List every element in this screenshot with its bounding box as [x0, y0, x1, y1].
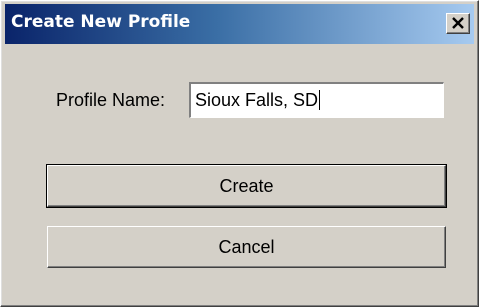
title-bar[interactable]: Create New Profile: [5, 4, 474, 44]
cancel-button[interactable]: Cancel: [47, 226, 446, 268]
text-caret: [319, 90, 321, 110]
create-button[interactable]: Create: [46, 164, 447, 208]
profile-name-label: Profile Name:: [56, 90, 166, 110]
profile-name-input[interactable]: Sioux Falls, SD: [189, 82, 444, 118]
close-button[interactable]: [446, 13, 470, 34]
create-profile-dialog: Create New Profile Profile Name: Sioux F…: [0, 0, 479, 307]
profile-name-value: Sioux Falls, SD: [195, 90, 319, 110]
window-title: Create New Profile: [11, 12, 191, 32]
close-icon: [452, 17, 464, 29]
